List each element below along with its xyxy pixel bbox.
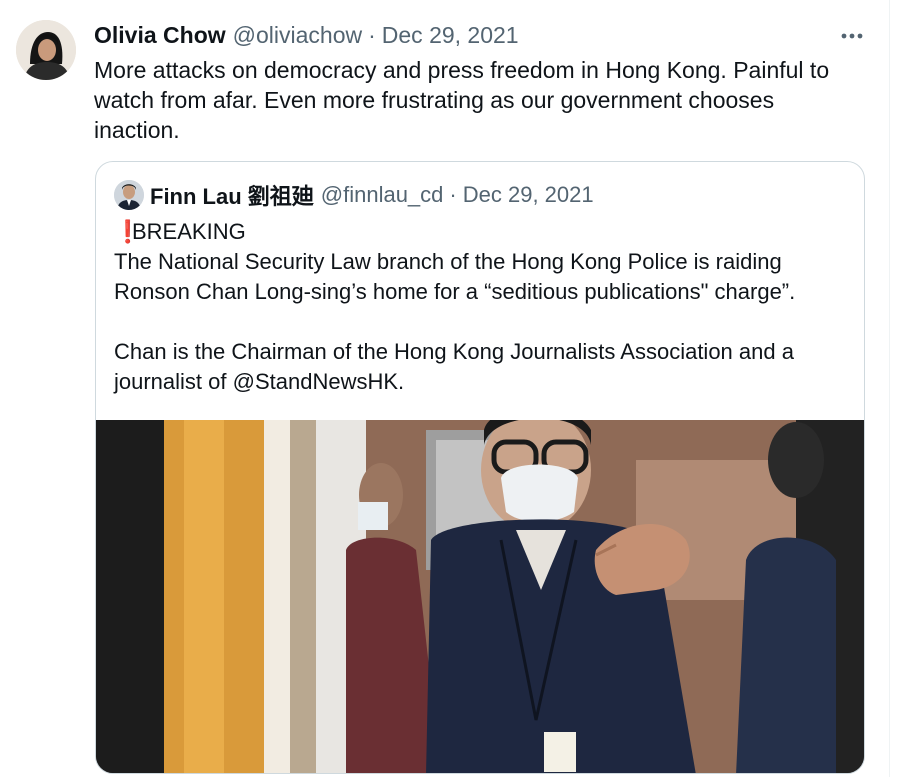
quoted-tweet-media[interactable] <box>96 420 864 773</box>
timeline-border <box>889 0 890 777</box>
more-options-button[interactable] <box>835 22 869 50</box>
breaking-label: BREAKING <box>132 219 246 244</box>
quoted-tweet-header: Finn Lau 劉祖廸 @finnlau_cd · Dec 29, 2021 <box>150 180 594 210</box>
header-separator: · <box>368 21 376 48</box>
tweet-date[interactable]: Dec 29, 2021 <box>382 22 519 49</box>
quoted-tweet-date[interactable]: Dec 29, 2021 <box>463 182 594 208</box>
quoted-paragraph-1: The National Security Law branch of the … <box>114 249 796 304</box>
tweet-header: Olivia Chow @oliviachow · Dec 29, 2021 <box>94 20 519 50</box>
quoted-paragraph-2: Chan is the Chairman of the Hong Kong Jo… <box>114 339 794 394</box>
author-avatar[interactable] <box>16 20 76 80</box>
author-name[interactable]: Olivia Chow <box>94 22 226 49</box>
quoted-author-avatar[interactable] <box>114 180 144 210</box>
tweet-text: More attacks on democracy and press free… <box>94 57 830 143</box>
quoted-tweet-card[interactable]: Finn Lau 劉祖廸 @finnlau_cd · Dec 29, 2021 … <box>95 161 865 774</box>
breaking-line: ❗BREAKING <box>114 217 854 247</box>
quoted-author-handle[interactable]: @finnlau_cd <box>321 182 444 208</box>
quoted-tweet-text: ❗BREAKING The National Security Law bran… <box>114 217 854 397</box>
author-handle[interactable]: @oliviachow <box>233 22 362 49</box>
quoted-header-separator: · <box>449 182 457 207</box>
exclamation-icon: ❗ <box>114 219 142 244</box>
quoted-author-name[interactable]: Finn Lau 劉祖廸 <box>150 179 314 211</box>
more-horizontal-icon <box>841 33 863 39</box>
